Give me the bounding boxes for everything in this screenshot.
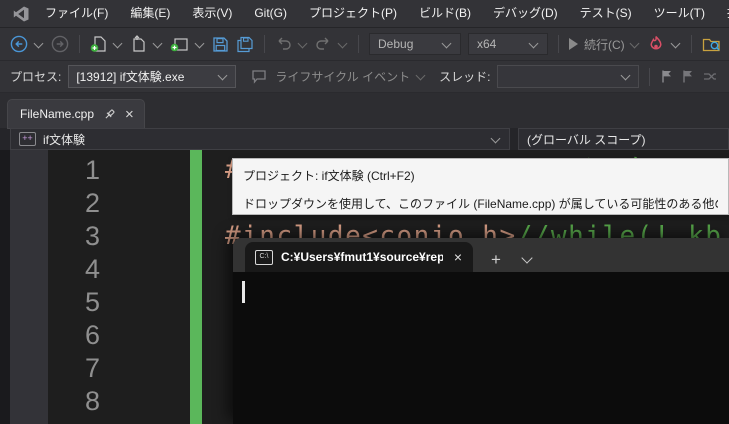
open-file-button[interactable] [130,35,147,53]
project-dropdown-value: if文体験 [43,131,85,148]
flag-outline-icon[interactable] [681,69,695,84]
line-number: 4 [48,253,100,286]
continue-dropdown-icon[interactable] [629,38,639,48]
solution-configuration-dropdown[interactable]: Debug [369,33,461,55]
terminal-content[interactable] [233,272,729,424]
navigation-bar: ++ if文体験 (グローバル スコープ) [0,128,729,150]
chevron-down-icon [491,133,501,143]
redo-button[interactable] [315,36,332,52]
terminal-cursor [242,281,245,303]
tab-filename-cpp[interactable]: FileName.cpp × [8,100,144,128]
scope-dropdown[interactable]: (グローバル スコープ) [518,128,729,150]
solution-configuration-value: Debug [378,37,413,51]
line-number: 8 [48,385,100,418]
project-dropdown[interactable]: ++ if文体験 [10,128,510,150]
terminal-window: C:\ C:¥Users¥fmut1¥source¥repos × + [233,238,729,424]
add-item-dropdown-icon[interactable] [195,38,205,48]
menu-item[interactable]: 表示(V) [181,0,243,27]
menu-item[interactable]: テスト(S) [569,0,643,27]
chevron-down-icon[interactable] [521,252,532,263]
editor-left-margin [0,150,10,424]
project-tooltip: プロジェクト: if文体験 (Ctrl+F2) ドロップダウンを使用して、このフ… [232,158,729,215]
new-file-dropdown-icon[interactable] [113,38,123,48]
toolbar-separator [79,35,80,53]
navigate-forward-button[interactable] [51,35,69,53]
line-number-gutter: 12345678 [48,154,100,418]
new-tab-button[interactable]: + [491,251,501,268]
terminal-tab-title: C:¥Users¥fmut1¥source¥repos [281,250,443,264]
lifecycle-events-icon [251,69,268,84]
menu-bar: ファイル(F)編集(E)表示(V)Git(G)プロジェクト(P)ビルド(B)デバ… [0,0,729,28]
process-label: プロセス: [10,68,61,85]
thread-label: スレッド: [439,68,490,85]
menu-item[interactable]: 編集(E) [119,0,181,27]
line-number: 6 [48,319,100,352]
open-file-dropdown-icon[interactable] [153,38,163,48]
navigate-back-dropdown-icon[interactable] [34,38,44,48]
cpp-project-icon: ++ [19,132,36,146]
solution-platform-value: x64 [477,37,496,51]
undo-button[interactable] [275,36,292,52]
menu-item[interactable]: Git(G) [243,0,298,27]
toolbar-separator [358,35,359,53]
tooltip-title: プロジェクト: if文体験 (Ctrl+F2) [243,167,718,184]
play-icon [569,38,578,50]
line-number: 2 [48,187,100,220]
tooltip-body: ドロップダウンを使用して、このファイル (FileName.cpp) が属してい… [243,195,718,212]
solution-platform-dropdown[interactable]: x64 [468,33,548,55]
lifecycle-events-dropdown-icon[interactable] [416,71,426,81]
thread-dropdown[interactable] [497,65,639,88]
standard-toolbar: Debug x64 続行(C) [0,28,729,61]
line-number: 5 [48,286,100,319]
parallel-stacks-icon[interactable] [702,70,718,83]
document-tab-bar: FileName.cpp × [0,93,729,128]
toolbar-separator [558,35,559,53]
terminal-tab-bar: C:\ C:¥Users¥fmut1¥source¥repos × + [233,238,729,272]
menu-item[interactable]: プロジェクト(P) [298,0,408,27]
toolbar-separator [691,35,692,53]
search-in-files-button[interactable] [702,35,722,53]
toolbar-separator [264,35,265,53]
save-all-button[interactable] [236,36,254,53]
menu-item[interactable]: ツール(T) [643,0,716,27]
undo-dropdown-icon[interactable] [298,38,308,48]
scope-dropdown-value: (グローバル スコープ) [527,131,646,148]
menu-bar-items: ファイル(F)編集(E)表示(V)Git(G)プロジェクト(P)ビルド(B)デバ… [34,0,729,27]
close-icon[interactable]: × [451,250,465,264]
command-prompt-icon: C:\ [255,250,273,265]
pin-icon[interactable] [103,108,116,121]
add-item-button[interactable] [170,35,189,53]
change-tracking-bar [190,150,202,424]
menu-item[interactable]: ビルド(B) [408,0,482,27]
terminal-tab[interactable]: C:\ C:¥Users¥fmut1¥source¥repos × [245,242,473,272]
continue-button[interactable]: 続行(C) [569,36,640,53]
navigate-back-button[interactable] [10,35,28,53]
document-tab-title: FileName.cpp [20,107,94,121]
hot-reload-dropdown-icon[interactable] [670,38,680,48]
menu-item[interactable]: 拡張機能(X) [716,0,729,27]
new-file-button[interactable] [90,35,107,53]
line-number: 7 [48,352,100,385]
debug-location-toolbar: プロセス: [13912] if文体験.exe ライフサイクル イベント スレッ… [0,61,729,93]
visual-studio-logo-icon [12,5,30,23]
hot-reload-button[interactable] [647,35,665,53]
process-dropdown[interactable]: [13912] if文体験.exe [68,65,236,88]
flag-icon[interactable] [660,69,674,84]
save-button[interactable] [212,36,229,53]
menu-item[interactable]: デバッグ(D) [482,0,569,27]
lifecycle-events-button[interactable]: ライフサイクル イベント [275,68,410,85]
line-number: 1 [48,154,100,187]
menu-item[interactable]: ファイル(F) [34,0,119,27]
redo-dropdown-icon[interactable] [338,38,348,48]
line-number: 3 [48,220,100,253]
process-value: [13912] if文体験.exe [76,68,184,85]
close-icon[interactable]: × [125,107,134,122]
visual-studio-window: ファイル(F)編集(E)表示(V)Git(G)プロジェクト(P)ビルド(B)デバ… [0,0,729,424]
toolbar-separator [649,68,650,86]
breakpoint-margin[interactable] [10,150,48,424]
continue-label: 続行(C) [584,36,625,53]
